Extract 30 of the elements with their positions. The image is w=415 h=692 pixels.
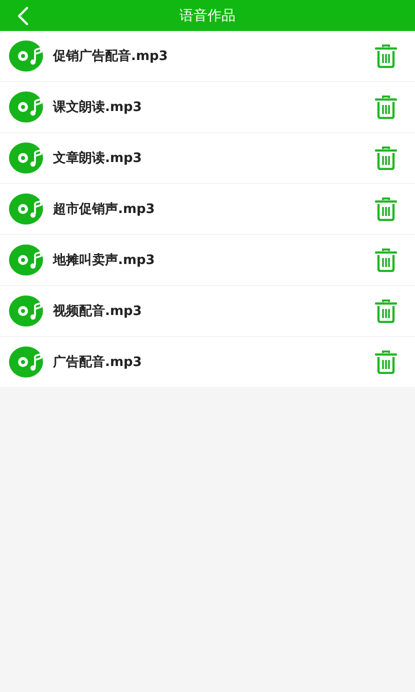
audio-file-row[interactable]: 课文朗读.mp3 bbox=[0, 82, 415, 133]
file-name: 课文朗读.mp3 bbox=[53, 98, 143, 116]
delete-icon[interactable] bbox=[375, 299, 397, 323]
audio-file-row[interactable]: 文章朗读.mp3 bbox=[0, 133, 415, 184]
delete-icon[interactable] bbox=[375, 248, 397, 272]
music-disc-icon bbox=[9, 244, 45, 276]
delete-icon[interactable] bbox=[375, 44, 397, 68]
file-name: 促销广告配音.mp3 bbox=[53, 48, 169, 65]
music-disc-icon bbox=[9, 142, 45, 174]
music-disc-icon bbox=[9, 40, 45, 72]
music-disc-icon bbox=[9, 295, 45, 327]
file-name: 视频配音.mp3 bbox=[53, 302, 143, 320]
music-disc-icon bbox=[9, 346, 45, 378]
file-name: 地摊叫卖声.mp3 bbox=[53, 252, 156, 269]
page-title: 语音作品 bbox=[180, 6, 236, 24]
music-disc-icon bbox=[9, 91, 45, 123]
delete-icon[interactable] bbox=[375, 197, 397, 221]
delete-icon[interactable] bbox=[375, 95, 397, 119]
audio-file-row[interactable]: 地摊叫卖声.mp3 bbox=[0, 235, 415, 286]
back-icon[interactable] bbox=[17, 6, 29, 26]
file-name: 超市促销声.mp3 bbox=[53, 200, 156, 218]
audio-file-row[interactable]: 促销广告配音.mp3 bbox=[0, 31, 415, 82]
audio-file-row[interactable]: 广告配音.mp3 bbox=[0, 337, 415, 388]
music-disc-icon bbox=[9, 193, 45, 225]
delete-icon[interactable] bbox=[375, 146, 397, 170]
audio-file-row[interactable]: 视频配音.mp3 bbox=[0, 286, 415, 337]
audio-file-row[interactable]: 超市促销声.mp3 bbox=[0, 184, 415, 235]
file-name: 广告配音.mp3 bbox=[53, 354, 143, 371]
file-name: 文章朗读.mp3 bbox=[53, 150, 143, 167]
delete-icon[interactable] bbox=[375, 350, 397, 374]
